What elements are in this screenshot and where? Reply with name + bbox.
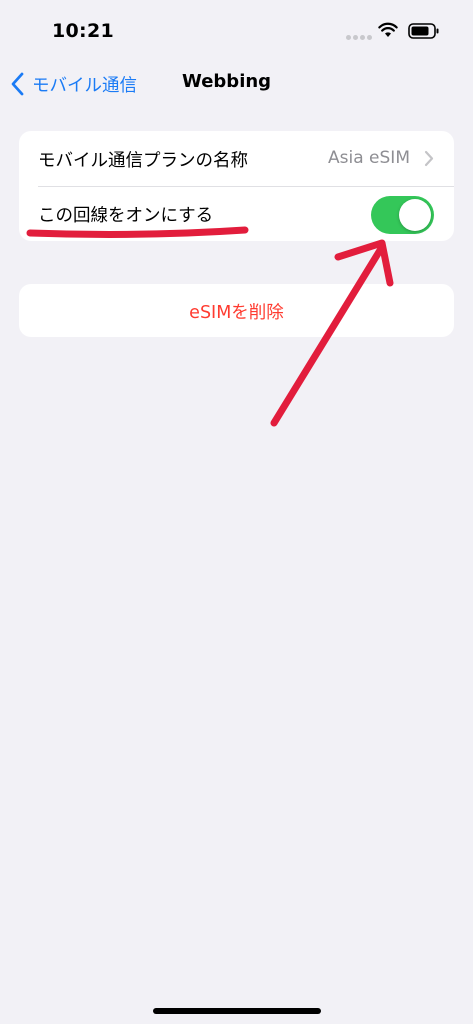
line-on-row: この回線をオンにする: [19, 186, 454, 241]
delete-esim-label: eSIMを削除: [189, 303, 284, 323]
line-on-label: この回線をオンにする: [38, 206, 214, 226]
page-title: Webbing: [182, 71, 272, 92]
plan-name-label: モバイル通信プランの名称: [38, 151, 248, 171]
back-button-label: モバイル通信: [32, 75, 137, 96]
wifi-icon: [378, 22, 398, 37]
delete-esim-button[interactable]: eSIMを削除: [19, 284, 454, 337]
battery-icon: [408, 23, 439, 39]
plan-name-row[interactable]: モバイル通信プランの名称 Asia eSIM: [19, 131, 454, 186]
home-indicator: [153, 1008, 321, 1014]
settings-card: モバイル通信プランの名称 Asia eSIM この回線をオンにする: [19, 131, 454, 241]
status-time: 10:21: [52, 20, 114, 42]
line-on-toggle[interactable]: [371, 196, 434, 234]
toggle-knob: [399, 199, 431, 231]
back-button[interactable]: モバイル通信: [8, 67, 137, 101]
chevron-right-icon: [424, 150, 434, 167]
signal-dots-icon: [346, 35, 372, 41]
plan-name-value: Asia eSIM: [328, 148, 410, 168]
chevron-left-icon: [11, 72, 24, 96]
